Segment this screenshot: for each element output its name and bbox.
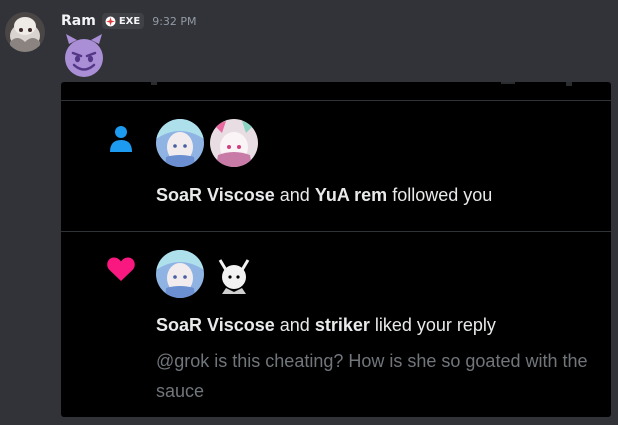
chat-message: Ram EXE 9:32 PM SoaR Viscose and YuA rem… — [0, 0, 618, 425]
reply-preview: @grok is this cheating? How is she so go… — [156, 351, 588, 401]
cropped-content-strip — [151, 82, 572, 86]
avatar-striker[interactable] — [210, 250, 258, 298]
divider — [61, 100, 611, 101]
username[interactable]: Ram — [61, 13, 96, 29]
smiling-imp-emoji-icon[interactable] — [60, 32, 108, 80]
notif-user1[interactable]: SoaR Viscose — [156, 315, 275, 335]
notif-user2[interactable]: YuA rem — [315, 185, 387, 205]
message-header: Ram EXE 9:32 PM — [61, 12, 197, 30]
person-icon — [105, 122, 137, 154]
follow-notification-text: SoaR Viscose and YuA rem followed you — [156, 185, 493, 205]
like-notification-text: SoaR Viscose and striker liked your repl… — [156, 315, 496, 335]
tag-label: EXE — [118, 15, 141, 27]
embedded-image[interactable]: SoaR Viscose and YuA rem followed you So… — [61, 82, 611, 417]
heart-icon — [105, 253, 137, 285]
avatar-soar-viscose[interactable] — [156, 250, 204, 298]
avatar-yua-rem[interactable] — [210, 119, 258, 167]
user-avatar[interactable] — [5, 12, 45, 52]
avatar-soar-viscose[interactable] — [156, 119, 204, 167]
server-tag[interactable]: EXE — [101, 12, 145, 31]
divider — [61, 231, 611, 232]
timestamp: 9:32 PM — [152, 14, 197, 28]
notif-user2[interactable]: striker — [315, 315, 370, 335]
notif-user1[interactable]: SoaR Viscose — [156, 185, 275, 205]
tag-icon — [105, 12, 116, 31]
